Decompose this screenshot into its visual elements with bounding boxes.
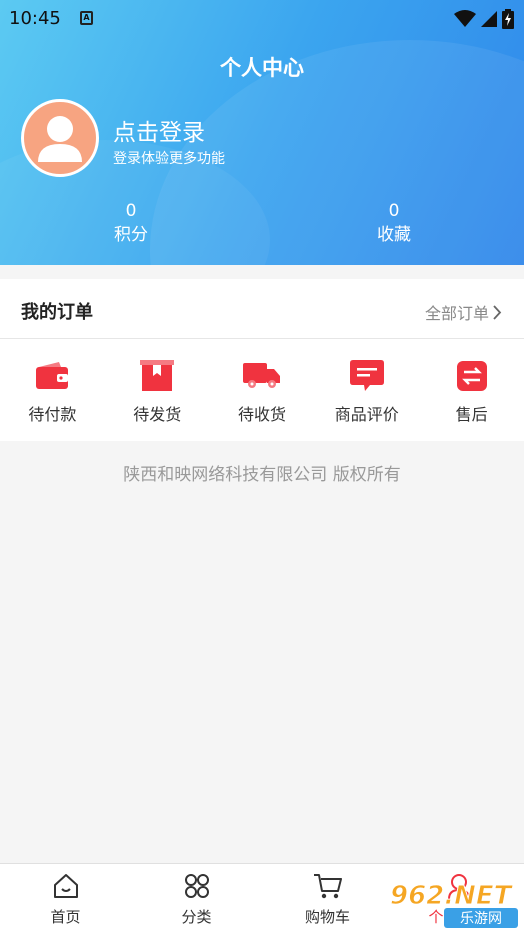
exchange-icon bbox=[456, 361, 487, 391]
order-pending-receipt-label: 待收货 bbox=[237, 405, 286, 424]
all-orders-label: 全部订单 bbox=[424, 304, 489, 323]
order-pending-shipment-label: 待发货 bbox=[133, 405, 182, 424]
points-label: 积分 bbox=[114, 225, 148, 245]
order-pending-receipt[interactable]: 待收货 bbox=[210, 359, 315, 425]
order-pending-shipment[interactable]: 待发货 bbox=[105, 359, 210, 425]
favorites-stat[interactable]: 0 收藏 bbox=[334, 200, 454, 248]
status-time: 10:45 bbox=[9, 8, 61, 29]
watermark-brand: 962.NET bbox=[390, 881, 514, 911]
tab-cart[interactable]: 购物车 bbox=[262, 864, 393, 933]
tab-cart-label: 购物车 bbox=[304, 908, 350, 926]
points-stat[interactable]: 0 积分 bbox=[71, 200, 191, 248]
favorites-label: 收藏 bbox=[377, 225, 411, 245]
tab-home-label: 首页 bbox=[50, 908, 81, 926]
page-title: 个人中心 bbox=[220, 56, 304, 80]
tab-category-label: 分类 bbox=[181, 908, 212, 926]
copyright-text: 陕西和映网络科技有限公司 版权所有 bbox=[123, 465, 401, 485]
login-subtitle: 登录体验更多功能 bbox=[113, 151, 225, 167]
comment-icon bbox=[349, 360, 384, 391]
wallet-icon bbox=[36, 362, 69, 389]
watermark-site: 乐游网 bbox=[460, 911, 502, 927]
user-avatar-icon bbox=[38, 116, 82, 162]
package-icon bbox=[140, 360, 175, 391]
tab-category[interactable]: 分类 bbox=[131, 864, 262, 933]
signal-icon bbox=[481, 11, 497, 27]
truck-icon bbox=[242, 363, 280, 388]
profile-header: 10:45 A 个人中心 点击登录 登录体验更多功能 0 积分 0 收藏 bbox=[0, 0, 524, 265]
orders-title: 我的订单 bbox=[21, 302, 93, 323]
my-orders-section: 我的订单 全部订单 待付款 待发货 待收货 商品评价 售后 bbox=[0, 279, 524, 441]
order-review[interactable]: 商品评价 bbox=[314, 359, 419, 425]
wifi-icon bbox=[454, 10, 476, 27]
tab-home[interactable]: 首页 bbox=[0, 864, 131, 933]
cart-icon bbox=[313, 874, 342, 899]
favorites-value: 0 bbox=[388, 201, 400, 221]
site-watermark: 962.NET 乐游网 bbox=[390, 881, 518, 928]
chevron-right-icon bbox=[493, 304, 502, 320]
system-icons bbox=[454, 9, 514, 29]
login-link[interactable]: 点击登录 bbox=[113, 113, 205, 147]
order-after-sales-label: 售后 bbox=[455, 405, 488, 424]
home-icon bbox=[53, 874, 78, 898]
points-value: 0 bbox=[125, 201, 137, 221]
order-pending-payment-label: 待付款 bbox=[28, 405, 77, 424]
battery-icon bbox=[502, 9, 514, 29]
order-pending-payment[interactable]: 待付款 bbox=[0, 359, 105, 425]
notification-a-icon: A bbox=[80, 11, 93, 25]
avatar[interactable] bbox=[21, 99, 99, 177]
order-review-label: 商品评价 bbox=[334, 405, 399, 424]
order-status-row: 待付款 待发货 待收货 商品评价 售后 bbox=[0, 359, 524, 425]
order-after-sales[interactable]: 售后 bbox=[419, 359, 524, 425]
orders-header: 我的订单 全部订单 bbox=[0, 279, 524, 339]
status-bar: 10:45 A bbox=[0, 0, 524, 36]
all-orders-link[interactable]: 全部订单 bbox=[425, 300, 502, 324]
grid-icon bbox=[184, 874, 209, 898]
